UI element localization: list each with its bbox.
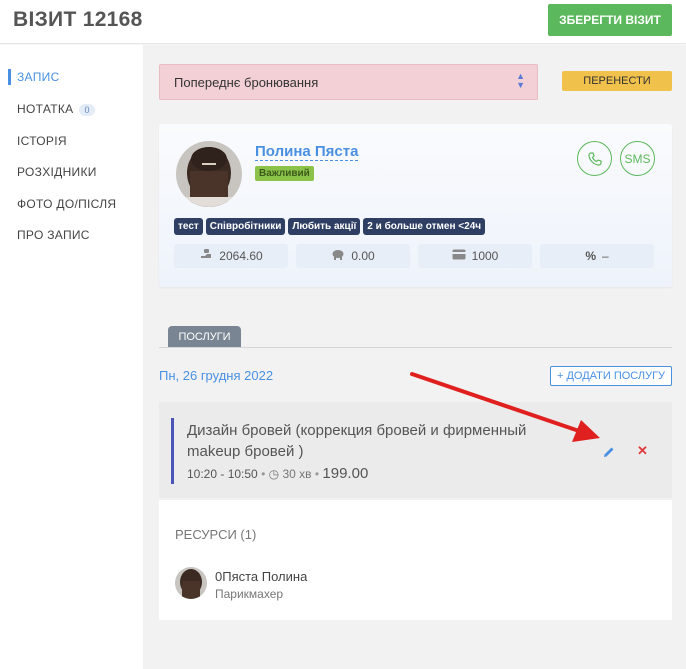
call-button[interactable] [577, 141, 612, 176]
sidebar-item-note[interactable]: НОТАТКА 0 [17, 102, 95, 116]
header: ВІЗИТ 12168 ЗБЕРЕГТИ ВІЗИТ [0, 0, 686, 44]
service-price: 199.00 [322, 465, 369, 482]
service-name: Дизайн бровей (коррекция бровей и фирмен… [187, 422, 527, 460]
client-tag: Співробітники [205, 218, 286, 235]
active-indicator [8, 69, 11, 85]
save-visit-button[interactable]: ЗБЕРЕГТИ ВІЗИТ [548, 4, 672, 36]
stat-savings: 0.00 [296, 244, 410, 268]
stat-value: – [601, 249, 609, 263]
client-tag: Любить акції [288, 218, 361, 235]
status-select[interactable]: Попереднє бронювання ▲ ▼ [159, 64, 538, 100]
important-badge: Важливий [255, 166, 314, 181]
visit-date[interactable]: Пн, 26 грудня 2022 [159, 368, 273, 383]
sidebar-item-about[interactable]: ПРО ЗАПИС [17, 228, 90, 242]
add-service-button[interactable]: + ДОДАТИ ПОСЛУГУ [550, 366, 672, 386]
stat-value: 2064.60 [219, 249, 263, 263]
sms-button[interactable]: SMS [620, 141, 655, 176]
close-icon[interactable]: ✕ [637, 443, 648, 459]
client-tag: тест [174, 218, 203, 235]
percent-icon: % [585, 249, 596, 263]
service-item: Дизайн бровей (коррекция бровей и фирмен… [159, 402, 672, 498]
service-duration: 30 хв [282, 467, 312, 481]
sidebar-item-photos[interactable]: ФОТО ДО/ПІСЛЯ [17, 197, 116, 211]
client-tag: 2 и больше отмен <24ч [363, 218, 486, 235]
resource-avatar [175, 567, 207, 599]
page-title: ВІЗИТ 12168 [13, 8, 143, 31]
reschedule-button[interactable]: ПЕРЕНЕСТИ [562, 71, 672, 91]
service-meta: 10:20 - 10:50 • ◷ 30 хв • 199.00 [187, 465, 369, 482]
client-tags: тест Співробітники Любить акції 2 и больше … [174, 216, 488, 235]
sort-arrows-icon: ▲ ▼ [516, 71, 525, 90]
phone-icon [587, 151, 602, 166]
sidebar-item-history[interactable]: ІСТОРІЯ [17, 134, 67, 148]
stat-card-balance: 1000 [418, 244, 532, 268]
coins-icon [199, 244, 213, 268]
service-color-bar [171, 418, 174, 484]
clock-icon: ◷ [268, 467, 280, 481]
resources-title: РЕСУРСИ (1) [175, 527, 257, 542]
service-time: 10:20 - 10:50 [187, 467, 258, 481]
client-name-link[interactable]: Полина Пяста [255, 143, 359, 161]
pencil-icon[interactable] [601, 444, 617, 460]
tab-divider [159, 347, 672, 348]
sidebar-item-label: НОТАТКА [17, 102, 74, 116]
status-select-value: Попереднє бронювання [174, 75, 319, 90]
resource-name[interactable]: 0Пяста Полина [215, 569, 307, 584]
stat-value: 1000 [471, 249, 499, 263]
sidebar-item-consumables[interactable]: РОЗХІДНИКИ [17, 165, 97, 179]
stat-discount: % – [540, 244, 654, 268]
resources-card: РЕСУРСИ (1) 0Пяста Полина Парикмахер [159, 500, 672, 620]
client-avatar [176, 141, 242, 207]
client-card: Полина Пяста Важливий SMS тест Співробітн… [159, 124, 672, 287]
note-count-badge: 0 [79, 104, 95, 116]
card-icon [452, 244, 466, 268]
tab-services[interactable]: ПОСЛУГИ [168, 326, 241, 348]
stat-value: 0.00 [351, 249, 375, 263]
piggy-bank-icon [331, 244, 345, 268]
sidebar-item-record[interactable]: ЗАПИС [17, 70, 60, 84]
stat-spent: 2064.60 [174, 244, 288, 268]
resource-role: Парикмахер [215, 587, 284, 601]
